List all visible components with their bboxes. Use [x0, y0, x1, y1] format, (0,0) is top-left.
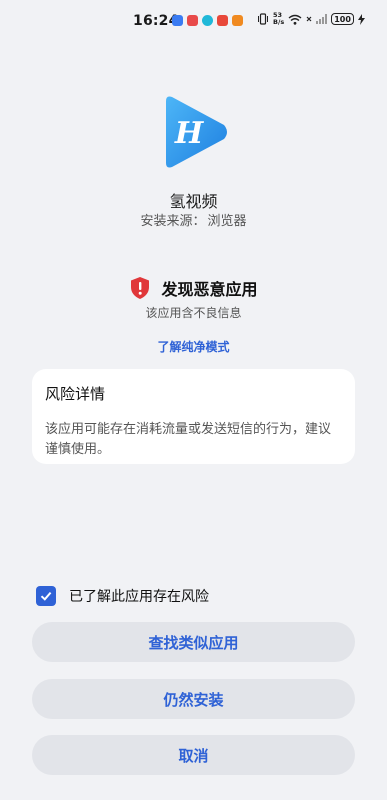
wifi-icon [288, 14, 302, 25]
shield-warning-icon [131, 277, 150, 299]
cancel-button[interactable]: 取消 [32, 735, 355, 775]
charging-icon [357, 13, 365, 25]
battery-icon: 100 [331, 13, 354, 25]
network-speed: 53 B/s [273, 12, 284, 26]
no-signal-icon [306, 16, 312, 22]
install-anyway-button[interactable]: 仍然安装 [32, 679, 355, 719]
system-icons: 53 B/s 100 [257, 12, 365, 26]
app-name: 氢视频 [169, 192, 218, 211]
vibrate-icon [258, 13, 268, 25]
app-logo-letter: H [174, 116, 205, 151]
warning-title: 发现恶意应用 [161, 280, 258, 299]
risk-acknowledge-label: 已了解此应用存在风险 [69, 589, 209, 605]
notification-app-icon [187, 15, 198, 26]
notification-app-icon [172, 15, 183, 26]
learn-pure-mode-link[interactable]: 了解纯净模式 [0, 338, 387, 355]
risk-details-title: 风险详情 [45, 385, 106, 403]
risk-details-card: 风险详情 该应用可能存在消耗流量或发送短信的行为，建议谨慎使用。 [32, 369, 355, 464]
notification-app-icon [202, 15, 213, 26]
warning-header: 发现恶意应用 [0, 276, 387, 300]
risk-acknowledge-row[interactable]: 已了解此应用存在风险 [36, 586, 209, 606]
notification-icons [172, 15, 243, 26]
find-similar-apps-button[interactable]: 查找类似应用 [32, 622, 355, 662]
battery-level: 100 [334, 14, 351, 24]
risk-details-text: 该应用可能存在消耗流量或发送短信的行为，建议谨慎使用。 [45, 422, 332, 457]
install-source-value: 浏览器 [207, 214, 247, 229]
warning-subtitle: 该应用含不良信息 [145, 306, 242, 320]
app-logo-icon: H [166, 96, 227, 168]
install-source: 安装来源： 浏览器 [0, 210, 387, 229]
checkmark-icon [40, 591, 52, 601]
install-warning-screen: 16:24 53 B/s 100 H 氢视频 安装来源： 浏览器 发现恶意应用 … [0, 0, 387, 800]
notification-app-icon [232, 15, 243, 26]
install-source-label: 安装来源： [140, 214, 206, 229]
status-bar: 16:24 53 B/s 100 [0, 0, 387, 42]
signal-icon [316, 14, 328, 24]
notification-app-icon [217, 15, 228, 26]
network-speed-unit: B/s [273, 18, 285, 26]
risk-acknowledge-checkbox[interactable] [36, 586, 56, 606]
